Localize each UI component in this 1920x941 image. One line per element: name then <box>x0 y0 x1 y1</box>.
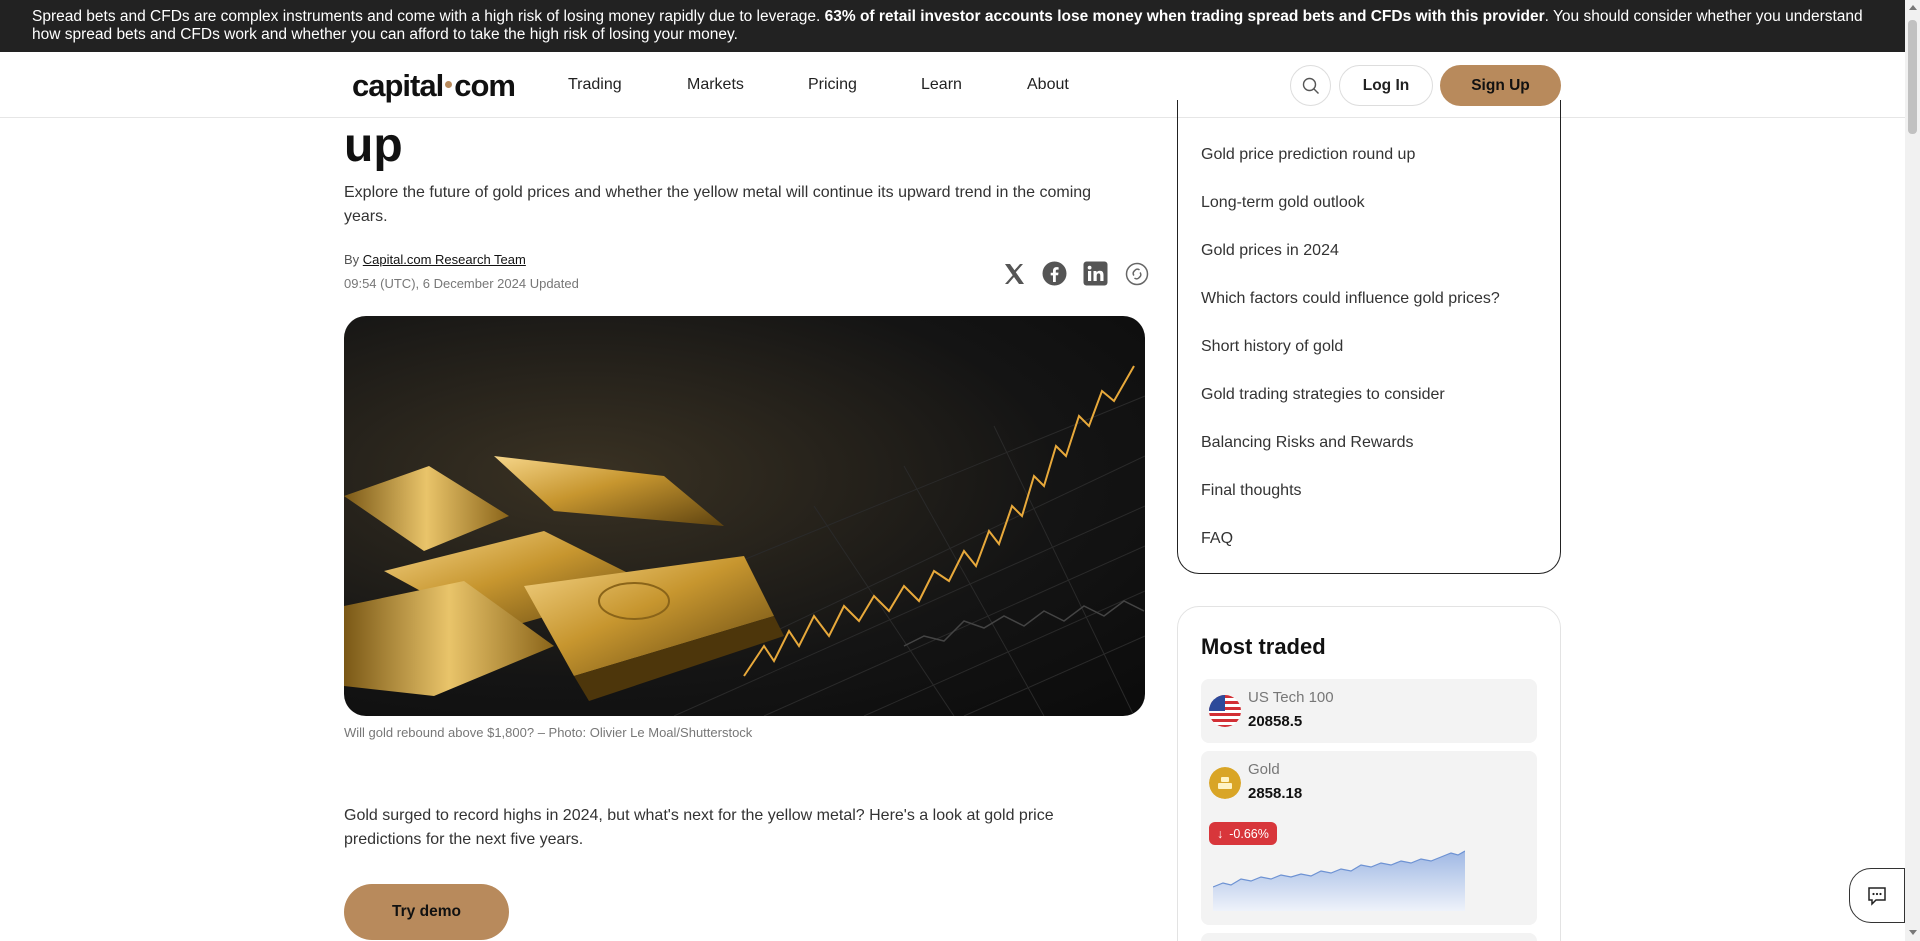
nav-pricing[interactable]: Pricing <box>808 76 921 94</box>
main-nav: Trading Markets Pricing Learn About <box>568 76 1069 94</box>
nav-markets[interactable]: Markets <box>687 76 808 94</box>
article-intro: Gold surged to record highs in 2024, but… <box>344 807 1054 848</box>
toc-item[interactable]: Long-term gold outlook <box>1201 194 1365 212</box>
article-title: up <box>344 119 403 172</box>
most-traded-widget: Most traded US Tech 100 20858.5 Gold 285… <box>1177 606 1561 941</box>
hero-caption: Will gold rebound above $1,800? – Photo:… <box>344 725 753 740</box>
search-icon <box>1302 77 1319 94</box>
instrument-card-next[interactable] <box>1201 933 1537 941</box>
toc-item[interactable]: Gold price prediction round up <box>1201 146 1415 164</box>
facebook-share-icon[interactable] <box>1041 260 1068 287</box>
toc-item[interactable]: Which factors could influence gold price… <box>1201 290 1500 308</box>
capital-com-logo[interactable]: capital com <box>352 68 516 104</box>
scroll-up-arrow[interactable] <box>1909 5 1917 10</box>
author-link[interactable]: Capital.com Research Team <box>363 252 526 267</box>
price-change-badge: ↓ -0.66% <box>1209 822 1277 845</box>
us-flag-icon <box>1209 695 1241 727</box>
instrument-name: US Tech 100 <box>1248 689 1334 706</box>
logo-text-left: capital <box>352 68 444 103</box>
instrument-price: 2858.18 <box>1248 785 1303 802</box>
nav-trading[interactable]: Trading <box>568 76 687 94</box>
instrument-card-gold[interactable]: Gold 2858.18 ↓ -0.66% <box>1201 751 1537 925</box>
toc-item[interactable]: Final thoughts <box>1201 482 1302 500</box>
nav-about[interactable]: About <box>1027 76 1069 94</box>
copy-link-icon[interactable] <box>1123 260 1150 287</box>
article-date: 09:54 (UTC), 6 December 2024 Updated <box>344 276 579 291</box>
risk-text-bold: 63% of retail investor accounts lose mon… <box>824 8 1545 25</box>
logo-text-right: com <box>454 68 516 103</box>
logo-dot <box>445 81 453 89</box>
toc-item[interactable]: Gold prices in 2024 <box>1201 242 1339 260</box>
toc-item[interactable]: Balancing Risks and Rewards <box>1201 434 1414 452</box>
scrollbar-thumb[interactable] <box>1908 20 1917 134</box>
article-hero-image <box>344 316 1145 716</box>
toc-item[interactable]: FAQ <box>1201 530 1233 548</box>
try-demo-button[interactable]: Try demo <box>344 884 509 940</box>
linkedin-share-icon[interactable] <box>1082 260 1109 287</box>
gold-sparkline-chart <box>1213 850 1465 911</box>
nav-learn[interactable]: Learn <box>921 76 1027 94</box>
instrument-card-us-tech-100[interactable]: US Tech 100 20858.5 <box>1201 679 1537 743</box>
gold-bars-and-chart-image <box>344 365 1145 716</box>
page-scrollbar[interactable] <box>1905 0 1920 941</box>
price-change-value: -0.66% <box>1229 826 1269 841</box>
x-share-icon[interactable] <box>1000 260 1027 287</box>
site-header: capital com Trading Markets Pricing Learn… <box>0 52 1905 118</box>
share-buttons <box>1000 260 1150 287</box>
toc-item[interactable]: Short history of gold <box>1201 338 1343 356</box>
gold-coin-icon <box>1209 767 1241 799</box>
chat-button[interactable] <box>1849 868 1905 923</box>
most-traded-title: Most traded <box>1201 634 1326 659</box>
toc-item[interactable]: Gold trading strategies to consider <box>1201 386 1445 404</box>
scroll-down-arrow[interactable] <box>1909 930 1917 935</box>
arrow-down-icon: ↓ <box>1217 826 1224 841</box>
article-subtitle: Explore the future of gold prices and wh… <box>344 184 1092 225</box>
instrument-price: 20858.5 <box>1248 713 1303 730</box>
risk-text: Spread bets and CFDs are complex instrum… <box>32 8 825 25</box>
chat-icon <box>1868 886 1886 906</box>
instrument-name: Gold <box>1248 761 1280 778</box>
by-label: By <box>344 252 360 267</box>
table-of-contents: Gold price prediction round up Long-term… <box>1177 100 1561 574</box>
risk-warning-banner: Spread bets and CFDs are complex instrum… <box>0 0 1905 52</box>
byline: By Capital.com Research Team <box>344 252 526 267</box>
